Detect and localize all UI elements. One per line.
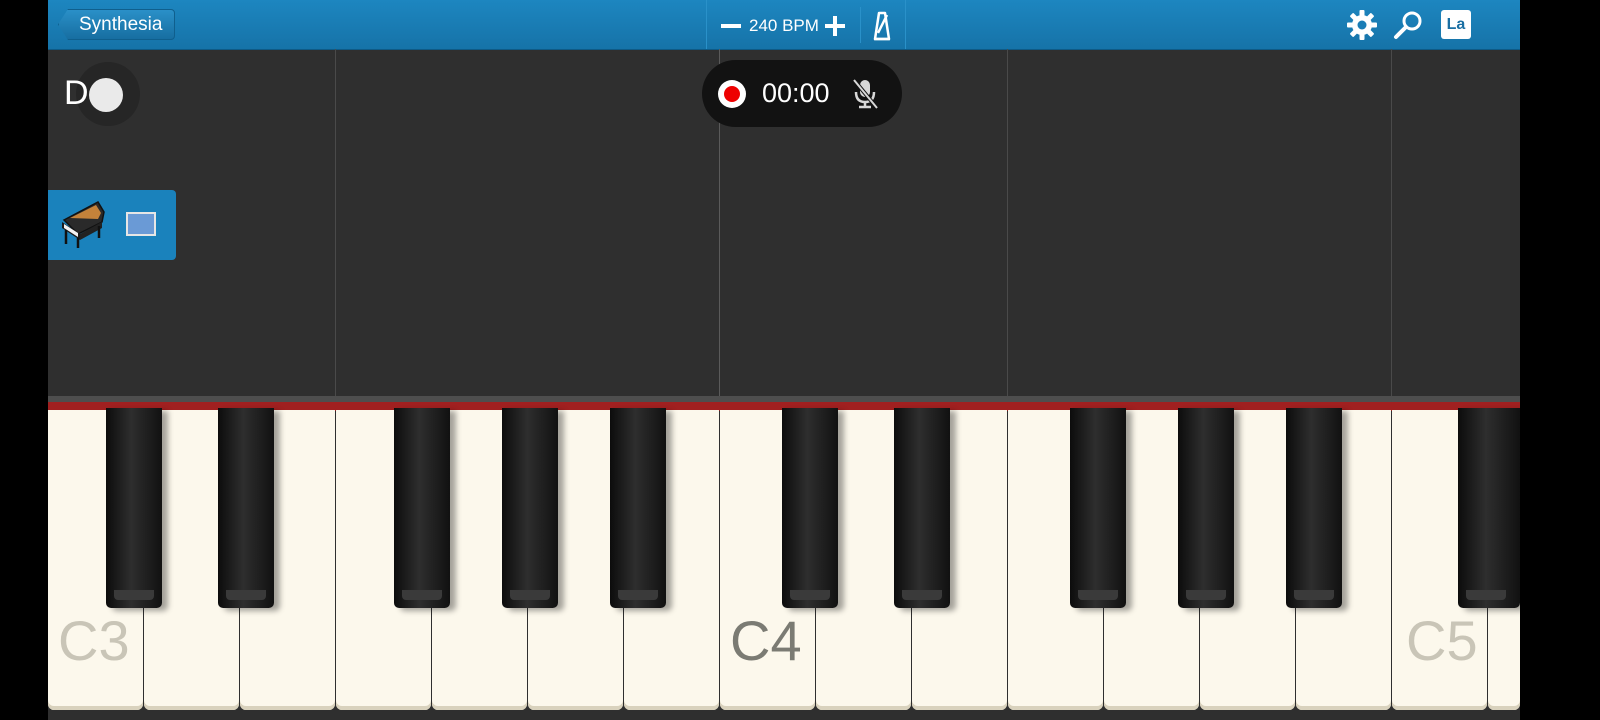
- black-key[interactable]: [782, 408, 838, 608]
- screen-icon[interactable]: [126, 212, 156, 236]
- black-key[interactable]: [394, 408, 450, 608]
- metronome-icon: [873, 11, 891, 41]
- metronome-button[interactable]: [860, 7, 901, 43]
- black-key[interactable]: [502, 408, 558, 608]
- toggle-knob: [89, 78, 123, 112]
- search-button[interactable]: [1392, 9, 1424, 41]
- minus-icon: [721, 24, 741, 28]
- synthesia-app: Synthesia 240 BPM La D 00:00 C3 C4 C5: [48, 0, 1520, 720]
- do-label: D: [64, 74, 89, 112]
- key-label-c4: C4: [730, 609, 802, 672]
- grand-piano-button[interactable]: [58, 198, 108, 250]
- black-key[interactable]: [894, 408, 950, 608]
- black-key[interactable]: [106, 408, 162, 608]
- black-key[interactable]: [218, 408, 274, 608]
- grid-line: [335, 49, 336, 397]
- recording-panel: 00:00: [702, 60, 902, 127]
- magnifier-icon: [1394, 11, 1422, 39]
- tempo-value: 240 BPM: [749, 16, 819, 35]
- tempo-decrease-button[interactable]: [715, 8, 747, 42]
- record-button[interactable]: [718, 80, 746, 108]
- grand-piano-icon: [62, 201, 105, 248]
- black-key[interactable]: [610, 408, 666, 608]
- grid-line: [1007, 49, 1008, 397]
- recording-time: 00:00: [762, 78, 830, 108]
- note-label-button[interactable]: La: [1441, 10, 1471, 39]
- key-label-c3: C3: [58, 609, 130, 672]
- black-key[interactable]: [1286, 408, 1342, 608]
- top-bar: Synthesia 240 BPM La: [48, 0, 1520, 50]
- mic-muted-icon: [852, 78, 879, 110]
- tempo-increase-button[interactable]: [819, 8, 851, 42]
- grid-line: [1391, 49, 1392, 397]
- back-button[interactable]: Synthesia: [58, 9, 176, 40]
- gear-icon: [1347, 10, 1377, 40]
- black-key[interactable]: [1070, 408, 1126, 608]
- settings-button[interactable]: [1346, 9, 1378, 41]
- key-label-c5: C5: [1406, 609, 1478, 672]
- do-toggle[interactable]: D: [56, 62, 140, 126]
- black-key[interactable]: [1458, 408, 1520, 608]
- piano-keyboard: C3 C4 C5: [48, 408, 1520, 714]
- black-key[interactable]: [1178, 408, 1234, 608]
- mic-button[interactable]: [848, 76, 882, 112]
- instrument-panel[interactable]: [48, 190, 176, 260]
